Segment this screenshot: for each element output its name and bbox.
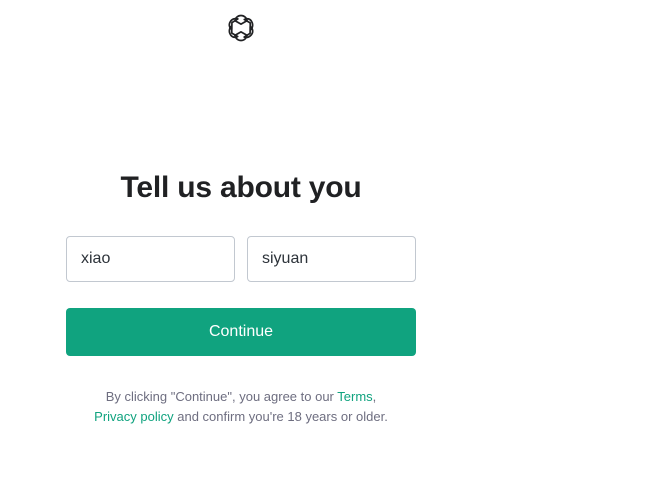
legal-comma: , [372,389,377,404]
openai-logo-icon [224,11,258,45]
legal-prefix: By clicking "Continue", you agree to our [105,389,338,404]
first-name-input[interactable] [66,236,235,282]
last-name-input[interactable] [247,236,416,282]
privacy-policy-link[interactable]: Privacy policy [94,409,173,424]
legal-suffix: and confirm you're 18 years or older. [173,409,388,424]
legal-notice: By clicking "Continue", you agree to our… [66,387,416,427]
signup-page: Tell us about you Continue By clicking "… [0,0,647,490]
continue-button[interactable]: Continue [66,308,416,356]
page-title: Tell us about you [120,171,362,204]
terms-link[interactable]: Terms [337,389,372,404]
